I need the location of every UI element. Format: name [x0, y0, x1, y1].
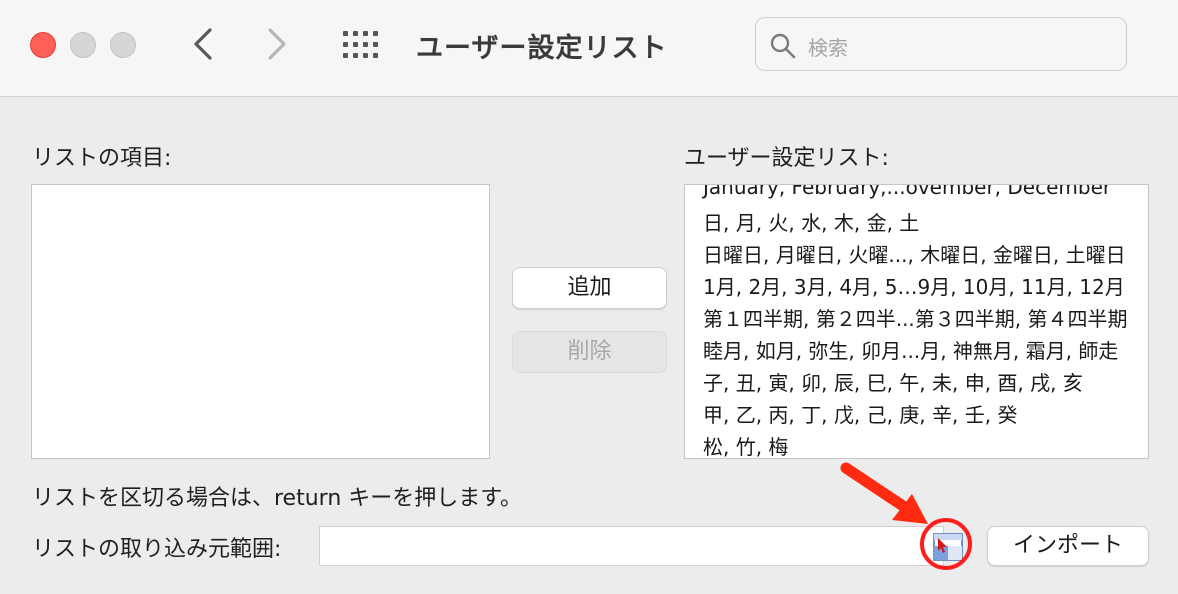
custom-lists-box[interactable]: January, February,...ovember, December 日… [684, 184, 1149, 459]
search-icon [770, 33, 796, 59]
custom-list-item[interactable]: 子, 丑, 寅, 卯, 辰, 巳, 午, 未, 申, 酉, 戌, 亥 [703, 367, 1083, 396]
custom-list-item[interactable]: 第１四半期, 第２四半...第３四半期, 第４四半期 [703, 303, 1128, 332]
custom-list-item[interactable]: 1月, 2月, 3月, 4月, 5…9月, 10月, 11月, 12月 [703, 271, 1125, 300]
import-button[interactable]: インポート [987, 526, 1149, 566]
search-field[interactable]: 検索 [755, 17, 1127, 71]
import-range-input[interactable] [319, 526, 944, 566]
add-button[interactable]: 追加 [512, 267, 667, 309]
custom-lists-label: ユーザー設定リスト: [684, 146, 889, 171]
custom-list-item[interactable]: January, February,...ovember, December [703, 185, 1111, 199]
custom-list-item[interactable]: 甲, 乙, 丙, 丁, 戊, 己, 庚, 辛, 壬, 癸 [703, 399, 1017, 428]
title-bar: ユーザー設定リスト 検索 [0, 0, 1178, 97]
back-icon[interactable] [188, 26, 220, 62]
search-placeholder: 検索 [808, 36, 848, 60]
zoom-window-button[interactable] [110, 32, 136, 58]
custom-list-item[interactable]: 日曜日, 月曜日, 火曜..., 木曜日, 金曜日, 土曜日 [703, 239, 1126, 268]
close-window-button[interactable] [30, 32, 56, 58]
custom-list-item[interactable]: 日, 月, 火, 水, 木, 金, 土 [703, 207, 919, 236]
import-range-label: リストの取り込み元範囲: [32, 537, 282, 562]
list-items-textarea[interactable] [31, 184, 490, 459]
minimize-window-button[interactable] [70, 32, 96, 58]
show-all-grid-icon[interactable] [342, 30, 380, 60]
forward-icon[interactable] [260, 26, 292, 62]
delete-button[interactable]: 削除 [512, 331, 667, 373]
custom-list-item[interactable]: 睦月, 如月, 弥生, 卯月...月, 神無月, 霜月, 師走 [703, 335, 1118, 364]
custom-list-item[interactable]: 松, 竹, 梅 [703, 431, 788, 458]
list-items-label: リストの項目: [32, 146, 172, 171]
return-key-hint: リストを区切る場合は、return キーを押します。 [32, 486, 523, 511]
window-title: ユーザー設定リスト [416, 33, 668, 64]
annotation-arrow-icon [840, 462, 928, 524]
